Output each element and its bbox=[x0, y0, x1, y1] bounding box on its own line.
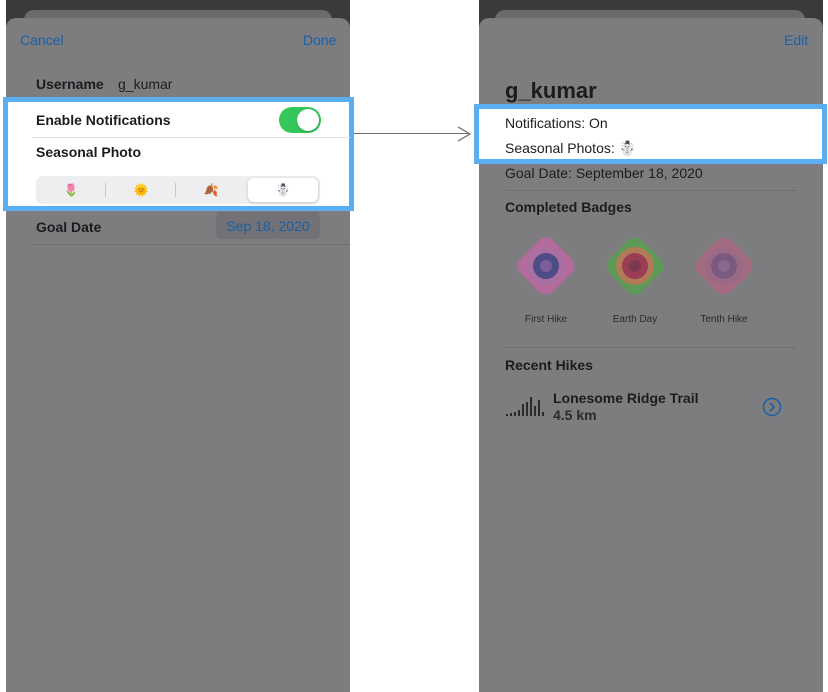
cancel-button[interactable]: Cancel bbox=[20, 32, 64, 48]
enable-notifications-label: Enable Notifications bbox=[36, 112, 171, 128]
goal-date-label: Goal Date bbox=[36, 219, 102, 235]
segment-autumn[interactable]: 🍂 bbox=[176, 176, 246, 204]
row-divider bbox=[32, 244, 350, 245]
earth-day-badge-icon[interactable] bbox=[600, 231, 670, 301]
seasonal-photo-label: Seasonal Photo bbox=[36, 144, 142, 160]
elevation-graph-icon bbox=[506, 397, 544, 416]
toggle-knob bbox=[297, 109, 319, 131]
tenth-hike-badge-icon[interactable] bbox=[689, 231, 759, 301]
section-divider bbox=[505, 347, 797, 348]
segment-winter[interactable]: ☃️ bbox=[248, 178, 318, 202]
row-divider bbox=[32, 137, 350, 138]
seasonal-photos-text: Seasonal Photos: ☃️ bbox=[505, 140, 637, 156]
tulip-icon: 🌷 bbox=[63, 183, 79, 197]
hike-name: Lonesome Ridge Trail bbox=[553, 390, 699, 406]
badge-caption: Earth Day bbox=[612, 314, 658, 325]
goal-date-picker[interactable]: Sep 18, 2020 bbox=[216, 212, 320, 239]
snowman-icon: ☃️ bbox=[275, 183, 291, 197]
notifications-toggle[interactable] bbox=[279, 107, 321, 133]
recent-hikes-heading: Recent Hikes bbox=[505, 357, 593, 373]
season-segmented-control[interactable]: 🌷 🌞 🍂 ☃️ bbox=[36, 176, 320, 204]
first-hike-badge-icon[interactable] bbox=[511, 231, 581, 301]
sun-icon: 🌞 bbox=[133, 183, 149, 197]
profile-username: g_kumar bbox=[505, 78, 597, 103]
completed-badges-heading: Completed Badges bbox=[505, 199, 632, 215]
notifications-highlight: Enable Notifications Seasonal Photo 🌷 🌞 … bbox=[3, 97, 354, 211]
hike-distance: 4.5 km bbox=[553, 407, 597, 423]
fallen-leaf-icon: 🍂 bbox=[203, 183, 219, 197]
edit-button[interactable]: Edit bbox=[784, 32, 808, 48]
chevron-right-circle-icon[interactable] bbox=[762, 397, 782, 417]
segment-spring[interactable]: 🌷 bbox=[36, 176, 106, 204]
username-label: Username bbox=[36, 76, 104, 92]
goal-date-text: Goal Date: September 18, 2020 bbox=[505, 165, 703, 181]
username-field[interactable]: g_kumar bbox=[118, 76, 172, 92]
badge-caption: Tenth Hike bbox=[700, 314, 748, 325]
segment-summer[interactable]: 🌞 bbox=[106, 176, 176, 204]
summary-highlight: Notifications: On Seasonal Photos: ☃️ bbox=[474, 104, 827, 164]
notifications-status-text: Notifications: On bbox=[505, 115, 608, 131]
done-button[interactable]: Done bbox=[303, 32, 336, 48]
arrow-head-icon bbox=[457, 126, 472, 142]
badge-caption: First Hike bbox=[524, 314, 568, 325]
section-divider bbox=[505, 190, 797, 191]
transition-arrow bbox=[354, 133, 468, 134]
